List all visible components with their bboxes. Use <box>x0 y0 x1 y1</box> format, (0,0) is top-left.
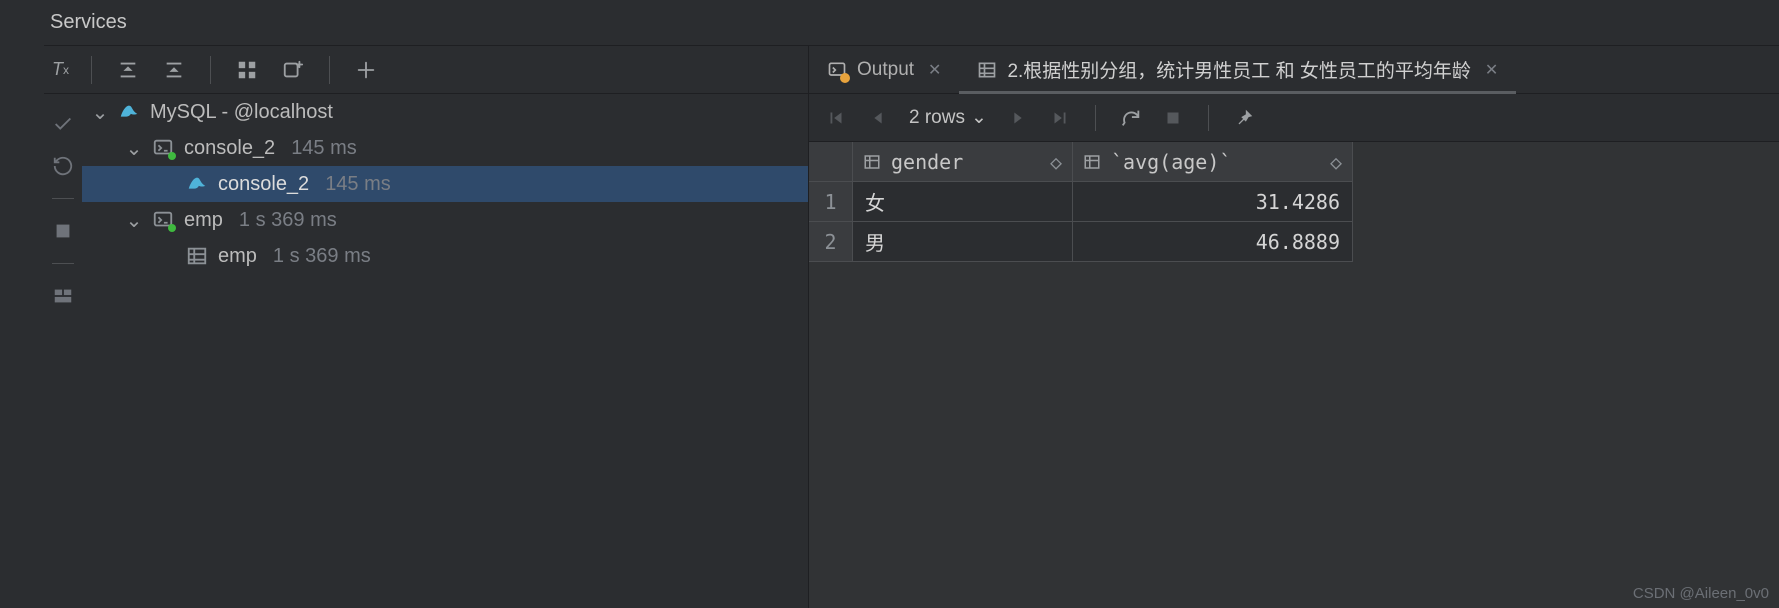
check-icon[interactable] <box>51 112 75 136</box>
tab-label: Output <box>857 59 914 81</box>
cell-gender[interactable]: 男 <box>853 222 1073 262</box>
chevron-down-icon[interactable]: ⌄ <box>126 208 142 233</box>
expand-all-icon[interactable] <box>114 56 142 84</box>
new-tab-icon[interactable] <box>279 56 307 84</box>
grid-corner <box>809 142 853 182</box>
console-icon <box>152 209 174 231</box>
output-icon <box>827 60 847 80</box>
tree-node-mysql[interactable]: ⌄ MySQL - @localhost <box>82 94 808 130</box>
tab-label: 2.根据性别分组，统计男性员工 和 女性员工的平均年龄 <box>1007 56 1470 83</box>
cell-avg-age[interactable]: 46.8889 <box>1073 222 1353 262</box>
tree-label: console_2 <box>184 137 275 160</box>
tree-label: emp <box>184 209 223 232</box>
results-tabs: Output ✕ 2.根据性别分组，统计男性员工 和 女性员工的平均年龄 ✕ <box>809 46 1779 94</box>
chevron-down-icon[interactable]: ⌄ <box>126 136 142 161</box>
table-icon <box>1083 153 1101 171</box>
history-icon[interactable] <box>51 154 75 178</box>
chevron-down-icon[interactable]: ⌄ <box>92 100 108 125</box>
results-grid[interactable]: gender ◇ `avg(age)` ◇ 1 女 31.4286 2 男 46… <box>809 142 1779 262</box>
services-toolbar: Tx <box>44 46 808 94</box>
results-grid-area: gender ◇ `avg(age)` ◇ 1 女 31.4286 2 男 46… <box>809 142 1779 608</box>
sort-icon[interactable]: ◇ <box>1050 150 1064 174</box>
tree-time: 145 ms <box>325 173 391 196</box>
watermark: CSDN @Aileen_0v0 <box>1633 585 1769 602</box>
cell-avg-age[interactable]: 31.4286 <box>1073 182 1353 222</box>
prev-page-icon[interactable] <box>867 107 889 129</box>
tree-time: 145 ms <box>291 137 357 160</box>
left-gutter <box>44 94 82 308</box>
last-page-icon[interactable] <box>1049 107 1071 129</box>
refresh-icon[interactable] <box>1120 107 1142 129</box>
cell-gender[interactable]: 女 <box>853 182 1073 222</box>
collapse-all-icon[interactable] <box>160 56 188 84</box>
results-panel: Output ✕ 2.根据性别分组，统计男性员工 和 女性员工的平均年龄 ✕ 2… <box>808 46 1779 608</box>
next-page-icon[interactable] <box>1007 107 1029 129</box>
layout-icon[interactable] <box>51 284 75 308</box>
row-number[interactable]: 1 <box>809 182 853 222</box>
tree-leaf-emp[interactable]: emp 1 s 369 ms <box>82 238 808 274</box>
first-page-icon[interactable] <box>825 107 847 129</box>
layout-grid-icon[interactable] <box>233 56 261 84</box>
toolbar-separator <box>1095 105 1096 131</box>
rows-count[interactable]: 2 rows⌄ <box>909 106 987 129</box>
tree-time: 1 s 369 ms <box>273 245 371 268</box>
row-number[interactable]: 2 <box>809 222 853 262</box>
sort-icon[interactable]: ◇ <box>1330 150 1344 174</box>
toolbar-separator <box>210 56 211 84</box>
panel-title: Services <box>50 11 127 34</box>
results-toolbar: 2 rows⌄ <box>809 94 1779 142</box>
tree-label: console_2 <box>218 173 309 196</box>
column-header-avg-age[interactable]: `avg(age)` ◇ <box>1073 142 1353 182</box>
tree-label: MySQL - @localhost <box>150 101 333 124</box>
services-tree[interactable]: ⌄ MySQL - @localhost ⌄ console_2 145 ms … <box>82 94 808 274</box>
tab-query-result[interactable]: 2.根据性别分组，统计男性员工 和 女性员工的平均年龄 ✕ <box>959 46 1516 93</box>
stop-icon[interactable] <box>51 219 75 243</box>
chevron-down-icon: ⌄ <box>971 106 987 129</box>
transaction-icon[interactable]: Tx <box>52 59 69 80</box>
table-icon <box>977 60 997 80</box>
toolbar-separator <box>329 56 330 84</box>
column-header-gender[interactable]: gender ◇ <box>853 142 1073 182</box>
console-icon <box>152 137 174 159</box>
tree-node-console2[interactable]: ⌄ console_2 145 ms <box>82 130 808 166</box>
tree-node-emp[interactable]: ⌄ emp 1 s 369 ms <box>82 202 808 238</box>
tree-label: emp <box>218 245 257 268</box>
column-label: `avg(age)` <box>1111 150 1231 174</box>
mysql-icon <box>186 173 208 195</box>
table-icon <box>186 245 208 267</box>
gutter-separator <box>52 263 74 264</box>
stop-icon[interactable] <box>1162 107 1184 129</box>
pin-icon[interactable] <box>1233 107 1255 129</box>
table-icon <box>863 153 881 171</box>
toolbar-separator <box>1208 105 1209 131</box>
add-icon[interactable] <box>352 56 380 84</box>
column-label: gender <box>891 150 963 174</box>
gutter-separator <box>52 198 74 199</box>
mysql-icon <box>118 101 140 123</box>
close-icon[interactable]: ✕ <box>928 60 941 80</box>
tab-output[interactable]: Output ✕ <box>809 46 959 93</box>
panel-header: Services <box>44 0 1779 46</box>
tree-time: 1 s 369 ms <box>239 209 337 232</box>
tree-leaf-console2[interactable]: console_2 145 ms <box>82 166 808 202</box>
close-icon[interactable]: ✕ <box>1485 60 1498 80</box>
toolbar-separator <box>91 56 92 84</box>
